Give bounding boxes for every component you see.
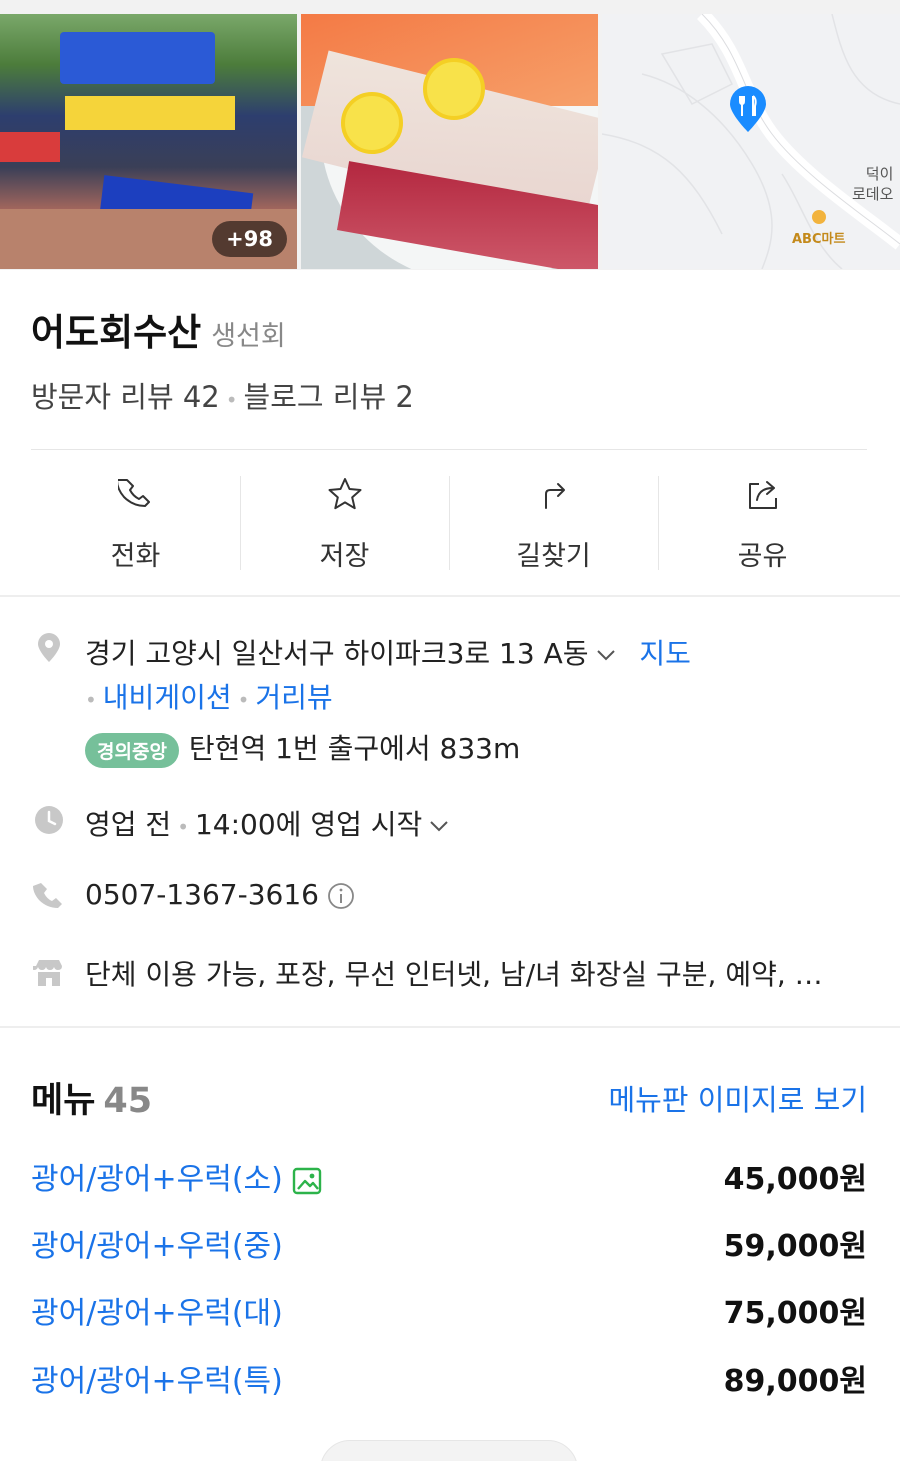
phone-icon bbox=[33, 883, 62, 908]
address-row: 경기 고양시 일산서구 하이파크3로 13 A동 지도 bbox=[85, 632, 691, 672]
clock-icon bbox=[35, 806, 63, 834]
review-summary: 방문자 리뷰 42 • 블로그 리뷰 2 bbox=[31, 374, 414, 416]
amenities-text[interactable]: 단체 이용 가능, 포장, 무선 인터넷, 남/녀 화장실 구분, 예약, … bbox=[85, 953, 823, 993]
mart-label: ABC마트 bbox=[792, 232, 846, 247]
menu-item-name: 광어/광어+우럭(특) bbox=[31, 1364, 283, 1399]
subway-distance: 탄현역 1번 출구에서 833m bbox=[188, 732, 521, 765]
map-link[interactable]: 지도 bbox=[639, 637, 691, 670]
share-label: 공유 bbox=[737, 541, 788, 572]
share-button[interactable]: 공유 bbox=[658, 470, 867, 574]
divider bbox=[31, 449, 867, 450]
storefront-red-sign bbox=[0, 132, 60, 162]
location-map[interactable]: 덕이 로데오 ABC마트 bbox=[602, 14, 900, 269]
storefront-sign bbox=[60, 32, 215, 84]
section-divider bbox=[0, 1026, 900, 1028]
sashimi-photo[interactable] bbox=[301, 14, 598, 269]
image-icon bbox=[292, 1167, 322, 1194]
menu-item-price: 59,000원 bbox=[723, 1229, 867, 1264]
directions-label: 길찾기 bbox=[516, 541, 591, 572]
map-area-label: 덕이 로데오 bbox=[852, 165, 894, 203]
more-button[interactable] bbox=[320, 1440, 578, 1461]
lemon-slice bbox=[341, 92, 403, 154]
directions-button[interactable]: 길찾기 bbox=[449, 470, 658, 574]
phone-row: 0507-1367-3616 bbox=[85, 878, 355, 911]
share-icon bbox=[748, 481, 777, 509]
blog-reviews-link[interactable]: 블로그 리뷰 2 bbox=[244, 380, 414, 414]
directions-icon bbox=[544, 483, 565, 509]
menu-heading: 메뉴 45 bbox=[31, 1072, 152, 1123]
call-button[interactable]: 전화 bbox=[31, 470, 240, 574]
chevron-down-icon[interactable] bbox=[595, 644, 617, 666]
separator-dot: • bbox=[225, 388, 238, 412]
place-header: 어도회수산 생선회 bbox=[31, 302, 286, 356]
call-label: 전화 bbox=[110, 541, 161, 572]
separator-dot: • bbox=[177, 815, 189, 839]
map-roads bbox=[602, 14, 900, 269]
restaurant-pin-icon bbox=[730, 86, 766, 132]
menu-title: 메뉴 bbox=[31, 1081, 96, 1121]
address-links-row: • 내비게이션 • 거리뷰 bbox=[85, 676, 333, 716]
storefront-banner bbox=[65, 96, 235, 130]
menu-item-price: 45,000원 bbox=[723, 1162, 867, 1197]
save-button[interactable]: 저장 bbox=[240, 470, 449, 574]
location-pin-icon bbox=[38, 633, 60, 662]
lemon-slice bbox=[423, 58, 485, 120]
menu-item[interactable]: 광어/광어+우럭(대) 75,000원 bbox=[31, 1288, 867, 1338]
business-status: 영업 전 bbox=[85, 808, 172, 841]
menu-image-link[interactable]: 메뉴판 이미지로 보기 bbox=[608, 1077, 867, 1119]
navigation-link[interactable]: 내비게이션 bbox=[103, 681, 232, 714]
menu-item-price: 75,000원 bbox=[723, 1296, 867, 1331]
menu-item-name: 광어/광어+우럭(대) bbox=[31, 1296, 283, 1331]
subway-line-badge: 경의중앙 bbox=[85, 732, 179, 768]
storefront-photo[interactable]: +98 bbox=[0, 14, 297, 269]
phone-icon bbox=[117, 479, 150, 507]
subway-row: 경의중앙 탄현역 1번 출구에서 833m bbox=[85, 727, 520, 768]
menu-item-price: 89,000원 bbox=[723, 1364, 867, 1399]
menu-item-name: 광어/광어+우럭(소) bbox=[31, 1154, 323, 1198]
storefront-icon bbox=[33, 960, 62, 986]
menu-item-name-text: 광어/광어+우럭(소) bbox=[31, 1162, 283, 1197]
photo-count-badge[interactable]: +98 bbox=[212, 221, 287, 257]
menu-count: 45 bbox=[103, 1081, 153, 1121]
menu-item-name: 광어/광어+우럭(중) bbox=[31, 1229, 283, 1264]
menu-item[interactable]: 광어/광어+우럭(특) 89,000원 bbox=[31, 1356, 867, 1406]
info-icon[interactable] bbox=[327, 882, 355, 910]
menu-item[interactable]: 광어/광어+우럭(중) 59,000원 bbox=[31, 1221, 867, 1271]
photo-strip: +98 덕이 로데오 ABC마트 bbox=[0, 0, 900, 270]
address-text[interactable]: 경기 고양시 일산서구 하이파크3로 13 A동 bbox=[85, 637, 589, 670]
mart-marker-icon bbox=[812, 210, 826, 224]
visitor-reviews-link[interactable]: 방문자 리뷰 42 bbox=[31, 380, 220, 414]
phone-number[interactable]: 0507-1367-3616 bbox=[85, 878, 319, 911]
section-divider bbox=[0, 595, 900, 597]
separator-dot: • bbox=[237, 688, 250, 712]
separator-dot: • bbox=[85, 688, 97, 712]
chevron-down-icon[interactable] bbox=[428, 815, 450, 837]
business-hours: 14:00에 영업 시작 bbox=[194, 808, 423, 841]
save-label: 저장 bbox=[319, 541, 370, 572]
menu-item[interactable]: 광어/광어+우럭(소) 45,000원 bbox=[31, 1154, 867, 1204]
action-bar: 전화 저장 길찾기 공유 bbox=[31, 470, 867, 574]
star-icon bbox=[328, 478, 361, 510]
hours-row[interactable]: 영업 전 • 14:00에 영업 시작 bbox=[85, 803, 450, 843]
place-name: 어도회수산 bbox=[31, 311, 202, 354]
place-category: 생선회 bbox=[211, 321, 286, 352]
street-view-link[interactable]: 거리뷰 bbox=[255, 681, 332, 714]
